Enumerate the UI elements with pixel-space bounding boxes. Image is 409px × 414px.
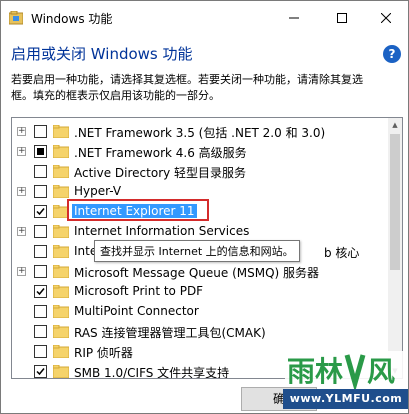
scrollbar-thumb[interactable] <box>390 134 400 270</box>
checkmark-icon <box>36 208 45 216</box>
window-title: Windows 功能 <box>31 12 113 26</box>
title-bar[interactable]: Windows 功能 <box>1 1 408 35</box>
scroll-up-arrow-icon[interactable]: ▲ <box>388 118 402 132</box>
folder-icon <box>53 265 69 278</box>
feature-checkbox[interactable] <box>34 245 47 258</box>
dialog-heading: 启用或关闭 Windows 功能 <box>11 45 193 63</box>
expand-plus-icon[interactable]: + <box>17 187 26 196</box>
minimize-icon <box>289 17 299 19</box>
feature-checkbox[interactable] <box>34 145 47 158</box>
watermark-logo: 雨林 风 www.YLMFU.com <box>283 349 408 413</box>
feature-label: RAS 连接管理器管理工具包(CMAK) <box>74 326 266 340</box>
feature-label: Active Directory 轻型目录服务 <box>74 166 247 180</box>
svg-text:风: 风 <box>367 355 395 388</box>
feature-checkbox[interactable] <box>34 285 47 298</box>
minimize-button[interactable] <box>271 1 317 35</box>
folder-icon <box>53 185 69 198</box>
feature-checkbox[interactable] <box>34 365 47 378</box>
features-tree[interactable]: + .NET Framework 3.5 (包括 .NET 2.0 和 3.0) +… <box>11 117 403 379</box>
feature-label: MultiPoint Connector <box>74 304 199 318</box>
feature-checkbox[interactable] <box>34 325 47 338</box>
feature-label: .NET Framework 3.5 (包括 .NET 2.0 和 3.0) <box>74 126 326 140</box>
expand-plus-icon[interactable]: + <box>17 147 26 156</box>
folder-icon <box>53 285 69 298</box>
feature-row[interactable]: MultiPoint Connector <box>12 302 388 322</box>
folder-icon <box>53 225 69 238</box>
feature-row[interactable]: + .NET Framework 4.6 高级服务 <box>12 142 388 162</box>
feature-row[interactable]: RAS 连接管理器管理工具包(CMAK) <box>12 322 388 342</box>
folder-icon <box>53 245 69 258</box>
rainforest-logo-icon: 雨林 风 <box>285 351 407 389</box>
watermark-url: www.YLMFU.com <box>283 389 408 409</box>
feature-row[interactable]: + Internet Information Services <box>12 222 388 242</box>
dialog-description: 若要启用一种功能，请选择其复选框。若要关闭一种功能，请清除其复选 框。填充的框表… <box>11 72 399 104</box>
feature-checkbox[interactable] <box>34 305 47 318</box>
feature-checkbox[interactable] <box>34 225 47 238</box>
maximize-icon <box>337 13 347 23</box>
description-line-2: 框。填充的框表示仅启用该功能的一部分。 <box>11 89 220 102</box>
svg-text:雨林: 雨林 <box>287 355 343 388</box>
maximize-button[interactable] <box>319 1 365 35</box>
feature-tooltip: 查找并显示 Internet 上的信息和网站。 <box>94 240 300 262</box>
folder-icon <box>53 165 69 178</box>
feature-row[interactable]: Microsoft Print to PDF <box>12 282 388 302</box>
feature-label: Internet Information Services <box>74 224 250 238</box>
checkmark-icon <box>36 368 45 376</box>
feature-label: Microsoft Message Queue (MSMQ) 服务器 <box>74 266 320 280</box>
expand-plus-icon[interactable]: + <box>17 267 26 276</box>
windows-features-dialog: Windows 功能 启用或关闭 Windows 功能 ? 若要启用一种功能，请… <box>0 0 409 414</box>
feature-row[interactable]: + .NET Framework 3.5 (包括 .NET 2.0 和 3.0) <box>12 122 388 142</box>
feature-checkbox[interactable] <box>34 265 47 278</box>
expand-plus-icon[interactable]: + <box>17 227 26 236</box>
feature-label: Hyper-V <box>74 184 122 198</box>
feature-checkbox[interactable] <box>34 185 47 198</box>
internet-explorer-highlight-box <box>67 199 209 221</box>
feature-checkbox[interactable] <box>34 205 47 218</box>
close-icon <box>381 13 391 23</box>
feature-checkbox[interactable] <box>34 345 47 358</box>
folder-icon <box>53 125 69 138</box>
feature-label: RIP 侦听器 <box>74 346 133 360</box>
feature-checkbox[interactable] <box>34 165 47 178</box>
feature-label: .NET Framework 4.6 高级服务 <box>74 146 247 160</box>
feature-row[interactable]: Active Directory 轻型目录服务 <box>12 162 388 182</box>
description-line-1: 若要启用一种功能，请选择其复选框。若要关闭一种功能，请清除其复选 <box>11 73 363 86</box>
folder-icon <box>53 145 69 158</box>
folder-icon <box>53 345 69 358</box>
checkmark-icon <box>36 288 45 296</box>
feature-label: SMB 1.0/CIFS 文件共享支持 <box>74 366 230 379</box>
close-button[interactable] <box>363 1 408 35</box>
feature-row[interactable]: + Microsoft Message Queue (MSMQ) 服务器 <box>12 262 388 282</box>
folder-icon <box>53 305 69 318</box>
vertical-scrollbar[interactable]: ▲ ▼ <box>388 118 402 378</box>
feature-label-tail: b 核心 <box>324 246 360 260</box>
feature-checkbox[interactable] <box>34 125 47 138</box>
help-icon[interactable]: ? <box>383 45 401 63</box>
feature-label: Microsoft Print to PDF <box>74 284 204 298</box>
expand-plus-icon[interactable]: + <box>17 127 26 136</box>
folder-icon <box>53 365 69 378</box>
windows-features-app-icon <box>9 11 23 25</box>
folder-icon <box>53 325 69 338</box>
